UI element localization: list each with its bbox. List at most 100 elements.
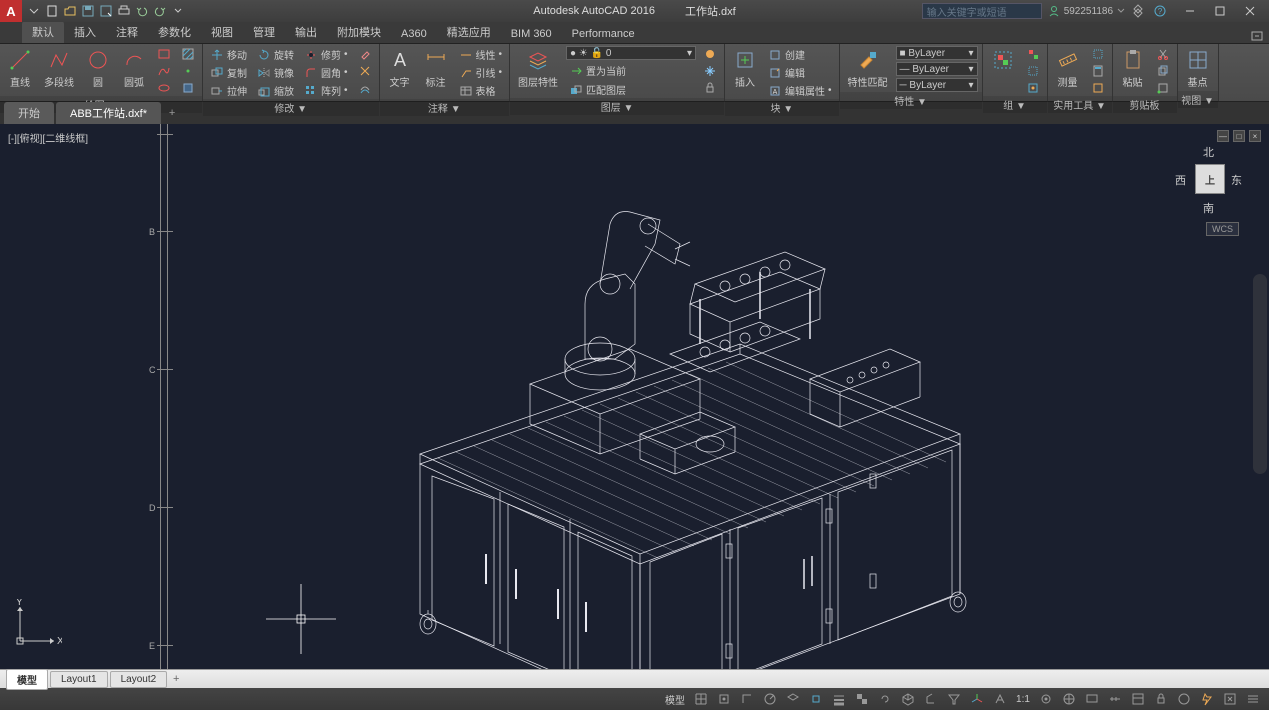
layer-iso-icon[interactable] bbox=[700, 46, 720, 62]
rect-icon[interactable] bbox=[154, 46, 174, 62]
customize-icon[interactable] bbox=[1243, 690, 1263, 708]
add-layout-button[interactable]: + bbox=[169, 672, 183, 686]
grid-icon[interactable] bbox=[691, 690, 711, 708]
tab-default[interactable]: 默认 bbox=[22, 21, 64, 43]
match-props-button[interactable]: 特性匹配 bbox=[844, 46, 892, 91]
annomon-icon[interactable] bbox=[1082, 690, 1102, 708]
transparency-icon[interactable] bbox=[852, 690, 872, 708]
linear-button[interactable]: 线性 • bbox=[456, 46, 506, 63]
edit-attr[interactable]: A编辑属性 • bbox=[765, 82, 835, 99]
open-icon[interactable] bbox=[62, 3, 78, 19]
tab-performance[interactable]: Performance bbox=[562, 25, 645, 43]
rotate-button[interactable]: 旋转 bbox=[254, 46, 297, 63]
ortho-icon[interactable] bbox=[737, 690, 757, 708]
maximize-button[interactable] bbox=[1205, 1, 1235, 21]
circle-button[interactable]: 圆 bbox=[82, 46, 114, 91]
layer-lock-icon[interactable] bbox=[700, 80, 720, 96]
osnap-icon[interactable] bbox=[806, 690, 826, 708]
quickselect-icon[interactable] bbox=[1088, 80, 1108, 96]
create-block[interactable]: 创建 bbox=[765, 46, 835, 63]
explode-icon[interactable] bbox=[355, 63, 375, 79]
text-button[interactable]: A文字 bbox=[384, 46, 416, 91]
ribbon-collapse-icon[interactable] bbox=[1245, 29, 1269, 43]
doc-tab-0[interactable]: ABB工作站.dxf* bbox=[56, 102, 161, 124]
workspace-icon[interactable] bbox=[1059, 690, 1079, 708]
lineweight-combo[interactable]: — ByLayer▾ bbox=[896, 62, 978, 76]
ucs-icon[interactable]: X Y bbox=[12, 599, 62, 649]
gizmo-icon[interactable] bbox=[967, 690, 987, 708]
redo-icon[interactable] bbox=[152, 3, 168, 19]
vp-maximize[interactable]: □ bbox=[1233, 130, 1245, 142]
base-view-button[interactable]: 基点 bbox=[1182, 46, 1214, 91]
isolate-icon[interactable] bbox=[1174, 690, 1194, 708]
saveas-icon[interactable] bbox=[98, 3, 114, 19]
point-icon[interactable] bbox=[178, 63, 198, 79]
copy-button[interactable]: 复制 bbox=[207, 64, 250, 81]
help-search[interactable]: 输入关键字或短语 bbox=[922, 3, 1042, 19]
tab-view[interactable]: 视图 bbox=[201, 21, 243, 43]
layout1-tab[interactable]: Layout1 bbox=[50, 671, 108, 688]
clean-screen-icon[interactable] bbox=[1220, 690, 1240, 708]
lock-ui-icon[interactable] bbox=[1151, 690, 1171, 708]
group-button[interactable] bbox=[987, 46, 1019, 74]
filter-icon[interactable] bbox=[944, 690, 964, 708]
array-button[interactable]: 阵列 • bbox=[301, 82, 351, 99]
copybase-icon[interactable] bbox=[1153, 80, 1173, 96]
annotation-vis-icon[interactable] bbox=[1036, 690, 1056, 708]
viewcube[interactable]: 上 北 南 东 西 bbox=[1175, 144, 1245, 234]
undo-icon[interactable] bbox=[134, 3, 150, 19]
layer-match[interactable]: 匹配图层 bbox=[566, 81, 629, 98]
offset-icon[interactable] bbox=[355, 80, 375, 96]
user-badge[interactable]: 592251186 bbox=[1048, 5, 1125, 17]
annoscale-icon[interactable] bbox=[990, 690, 1010, 708]
plot-icon[interactable] bbox=[116, 3, 132, 19]
layout2-tab[interactable]: Layout2 bbox=[110, 671, 168, 688]
select-icon[interactable] bbox=[1088, 46, 1108, 62]
tab-parametric[interactable]: 参数化 bbox=[148, 21, 201, 43]
viewcube-face[interactable]: 上 bbox=[1195, 164, 1225, 194]
app-logo[interactable]: A bbox=[0, 0, 22, 22]
polar-icon[interactable] bbox=[760, 690, 780, 708]
insert-button[interactable]: 插入 bbox=[729, 46, 761, 91]
qat-dropdown[interactable] bbox=[170, 3, 186, 19]
drawing-area[interactable]: [-][俯视][二维线框] — □ × B C D E bbox=[0, 124, 1269, 669]
help-icon[interactable]: ? bbox=[1153, 4, 1169, 18]
viewport-label[interactable]: [-][俯视][二维线框] bbox=[8, 130, 88, 145]
ellipse-icon[interactable] bbox=[154, 80, 174, 96]
tab-featured[interactable]: 精选应用 bbox=[437, 21, 501, 43]
erase-icon[interactable] bbox=[355, 46, 375, 62]
region-icon[interactable] bbox=[178, 80, 198, 96]
tab-annotate[interactable]: 注释 bbox=[106, 21, 148, 43]
edit-block[interactable]: 编辑 bbox=[765, 64, 835, 81]
units-icon[interactable] bbox=[1105, 690, 1125, 708]
save-icon[interactable] bbox=[80, 3, 96, 19]
layer-combo[interactable]: ● ☀ 🔓 0▾ bbox=[566, 46, 696, 60]
polyline-button[interactable]: 多段线 bbox=[40, 46, 78, 91]
layer-setcurrent[interactable]: 置为当前 bbox=[566, 62, 629, 79]
fillet-button[interactable]: 圆角 • bbox=[301, 64, 351, 81]
trim-button[interactable]: 修剪 • bbox=[301, 46, 351, 63]
quickprops-icon[interactable] bbox=[1128, 690, 1148, 708]
tab-bim360[interactable]: BIM 360 bbox=[501, 25, 562, 43]
move-button[interactable]: 移动 bbox=[207, 46, 250, 63]
isodraft-icon[interactable] bbox=[783, 690, 803, 708]
start-tab[interactable]: 开始 bbox=[4, 102, 54, 124]
3dosnap-icon[interactable] bbox=[898, 690, 918, 708]
ungroup-icon[interactable] bbox=[1023, 46, 1043, 62]
line-button[interactable]: 直线 bbox=[4, 46, 36, 91]
minimize-button[interactable] bbox=[1175, 1, 1205, 21]
tab-insert[interactable]: 插入 bbox=[64, 21, 106, 43]
cycling-icon[interactable] bbox=[875, 690, 895, 708]
calc-icon[interactable] bbox=[1088, 63, 1108, 79]
modelspace-button[interactable]: 模型 bbox=[662, 690, 688, 708]
exchange-icon[interactable] bbox=[1131, 4, 1147, 18]
measure-button[interactable]: 测量 bbox=[1052, 46, 1084, 91]
vp-close[interactable]: × bbox=[1249, 130, 1261, 142]
lineweight-icon[interactable] bbox=[829, 690, 849, 708]
table-button[interactable]: 表格 bbox=[456, 82, 506, 99]
scale-button[interactable]: 1:1 bbox=[1013, 690, 1033, 708]
group-edit-icon[interactable] bbox=[1023, 63, 1043, 79]
vp-minimize[interactable]: — bbox=[1217, 130, 1229, 142]
new-icon[interactable] bbox=[44, 3, 60, 19]
snap-icon[interactable] bbox=[714, 690, 734, 708]
